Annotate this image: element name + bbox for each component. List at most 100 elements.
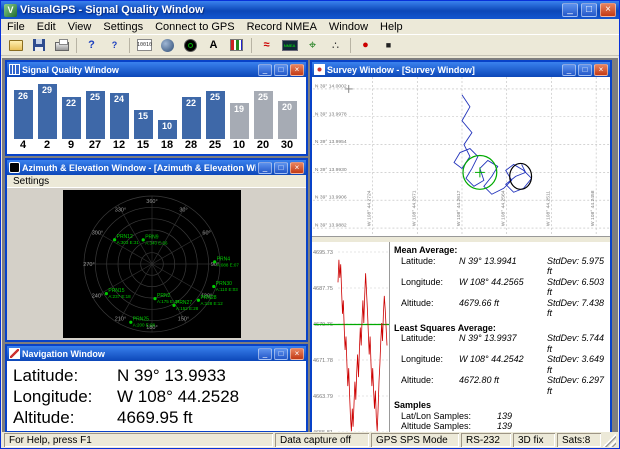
- signal-minimize-button[interactable]: _: [258, 63, 272, 76]
- navigation-window: Navigation Window _ □ × Latitude: N 39° …: [5, 344, 308, 433]
- stats-section-title: Least Squares Average:: [394, 322, 496, 333]
- status-capture: Data capture off: [275, 433, 369, 447]
- survey-close-button[interactable]: ×: [594, 63, 608, 76]
- signal-close-button[interactable]: ×: [290, 63, 304, 76]
- menu-connect-to-gps[interactable]: Connect to GPS: [149, 21, 241, 33]
- stats-stddev: StdDev: 3.649 ft: [547, 354, 605, 375]
- record-button[interactable]: ●: [354, 36, 377, 55]
- open-button[interactable]: [4, 36, 27, 55]
- stats-row: Altitude: 4672.80 ft StdDev: 6.297 ft: [394, 375, 606, 396]
- open-icon: [8, 39, 23, 51]
- survey-minimize-button[interactable]: _: [562, 63, 576, 76]
- svg-text:W 108° 44.2458: W 108° 44.2458: [590, 190, 596, 226]
- menu-settings[interactable]: Settings: [97, 21, 149, 33]
- stats-value: W 108° 44.2542: [459, 354, 524, 364]
- signal-snr-value: 25: [89, 92, 100, 102]
- resize-grip[interactable]: [603, 433, 616, 447]
- svg-text:4671.78: 4671.78: [313, 358, 333, 364]
- nmea-monitor-button[interactable]: NMEA: [278, 36, 301, 55]
- stats-row: Longitude: W 108° 44.2542 StdDev: 3.649 ft: [394, 354, 606, 375]
- navigation-minimize-button[interactable]: _: [258, 347, 272, 360]
- stats-value: 4679.66 ft: [459, 297, 500, 308]
- azimuth-icon: [184, 38, 197, 52]
- signal-snr-value: 20: [281, 102, 292, 112]
- azimuth-maximize-button[interactable]: □: [274, 161, 288, 174]
- signal-prn-label: 20: [256, 139, 270, 151]
- signal-maximize-button[interactable]: □: [274, 63, 288, 76]
- navigation-window-icon: [9, 348, 20, 359]
- status-fix: 3D fix: [513, 433, 555, 447]
- nmea-monitor-icon: NMEA: [281, 39, 298, 51]
- azimuth-menu-settings[interactable]: Settings: [7, 176, 55, 187]
- signal-prn-label: 9: [67, 139, 75, 151]
- survey-title-bar[interactable]: Survey Window - [Survey Window] _ □ ×: [312, 62, 610, 77]
- svg-text:360°: 360°: [146, 199, 157, 205]
- azimuth-minimize-button[interactable]: _: [258, 161, 272, 174]
- altitude-label: Altitude:: [13, 408, 75, 427]
- font-button[interactable]: A: [202, 36, 225, 55]
- stats-label: Latitude:: [401, 255, 436, 266]
- latitude-value: N 39° 13.9933: [117, 366, 226, 385]
- menu-help[interactable]: Help: [374, 21, 409, 33]
- stats-stddev: StdDev: 5.975 ft: [547, 255, 605, 277]
- signal-prn-label: 15: [136, 139, 150, 151]
- help-button[interactable]: ?: [80, 36, 103, 55]
- stop-button[interactable]: ■: [377, 36, 400, 55]
- signal-snr-value: 25: [209, 92, 220, 102]
- signal-quality-chart: 26 29 22 25 24 15 10 22 25 19 25 20 4 2 9 27 12 15 18 28 25…: [7, 77, 306, 154]
- navigation-readout: Latitude: N 39° 13.9933 Longitude: W 108…: [7, 361, 306, 431]
- signal-snr-value: 19: [233, 104, 244, 114]
- azimuth-close-button[interactable]: ×: [290, 161, 304, 174]
- navigation-title-bar[interactable]: Navigation Window _ □ ×: [7, 346, 306, 361]
- svg-text:N 39° 13.9954: N 39° 13.9954: [315, 139, 347, 145]
- context-help-button[interactable]: ?: [103, 36, 126, 55]
- navigation-close-button[interactable]: ×: [290, 347, 304, 360]
- navigation-maximize-button[interactable]: □: [274, 347, 288, 360]
- svg-text:4687.75: 4687.75: [313, 286, 333, 292]
- svg-text:60°: 60°: [202, 231, 210, 237]
- signal-button[interactable]: [225, 36, 248, 55]
- signal-prn-label: 4: [19, 139, 27, 151]
- visualgps-window: V VisualGPS - Signal Quality Window _ □ …: [0, 0, 620, 449]
- menu-record-nmea[interactable]: Record NMEA: [241, 21, 323, 33]
- main-title-bar[interactable]: V VisualGPS - Signal Quality Window _ □ …: [1, 1, 619, 19]
- azimuth-button[interactable]: [179, 36, 202, 55]
- azimuth-title: Azimuth & Elevation Window - [Azimuth & …: [22, 162, 256, 173]
- navigation-button[interactable]: ⌖: [301, 36, 324, 55]
- svg-text:210°: 210°: [115, 317, 126, 323]
- svg-text:A:110 E:03: A:110 E:03: [216, 287, 238, 292]
- signal-bar-column: 19: [227, 103, 251, 139]
- menu-edit[interactable]: Edit: [31, 21, 62, 33]
- azimuth-title-bar[interactable]: Azimuth & Elevation Window - [Azimuth & …: [7, 160, 306, 175]
- altitude-trace: [337, 259, 388, 432]
- svg-text:A:237 E:18: A:237 E:18: [108, 294, 131, 299]
- survey-button[interactable]: ≈: [255, 36, 278, 55]
- survey-maximize-button[interactable]: □: [578, 63, 592, 76]
- satellite-button[interactable]: [156, 36, 179, 55]
- signal-bar: 15: [133, 110, 153, 139]
- menu-file[interactable]: File: [1, 21, 31, 33]
- stats-label: Altitude:: [401, 297, 434, 308]
- close-button[interactable]: ×: [600, 3, 616, 17]
- nmea-data-button[interactable]: 10010: [133, 36, 156, 55]
- status-bar: For Help, press F1 Data capture off GPS …: [2, 432, 618, 447]
- signal-bar-column: 22: [59, 97, 83, 139]
- scatter-button[interactable]: ∴: [324, 36, 347, 55]
- minimize-button[interactable]: _: [562, 3, 578, 17]
- save-button[interactable]: [27, 36, 50, 55]
- survey-stats: Mean Average: Latitude: N 39° 13.9941 StdDe…: [390, 242, 610, 436]
- toolbar-separator: [251, 37, 252, 53]
- window-title: VisualGPS - Signal Quality Window: [20, 4, 204, 16]
- maximize-button[interactable]: □: [581, 3, 597, 17]
- stats-stddev: StdDev: 5.744 ft: [547, 333, 605, 354]
- menu-view[interactable]: View: [62, 21, 98, 33]
- menu-window[interactable]: Window: [323, 21, 374, 33]
- signal-quality-title-bar[interactable]: Signal Quality Window _ □ ×: [7, 62, 306, 77]
- signal-prn-label: 2: [43, 139, 51, 151]
- stop-icon: ■: [385, 40, 392, 50]
- print-button[interactable]: [50, 36, 73, 55]
- status-sats: Sats:8: [557, 433, 601, 447]
- signal-quality-window: Signal Quality Window _ □ × 26 29 22 25 24 15…: [5, 60, 308, 156]
- signal-snr-value: 29: [41, 85, 52, 95]
- latitude-label: Latitude:: [13, 366, 79, 385]
